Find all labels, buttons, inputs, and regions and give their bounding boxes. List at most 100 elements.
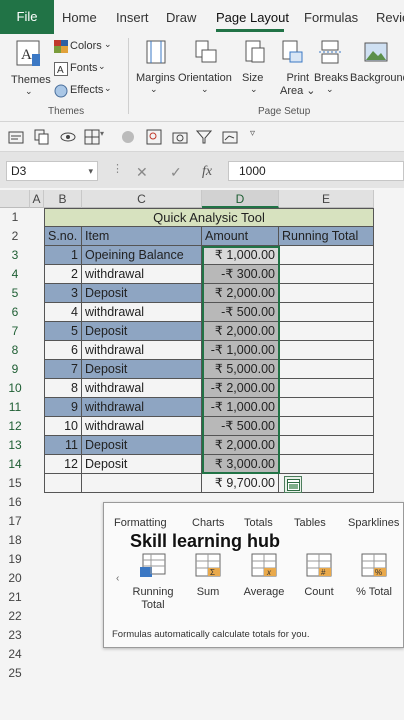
tab-formulas[interactable]: Formulas bbox=[304, 10, 358, 25]
cell-amount[interactable]: -₹ 1,000.00 bbox=[202, 341, 279, 360]
cell-sno[interactable]: 5 bbox=[44, 322, 82, 341]
cell-item[interactable]: Opeining Balance bbox=[82, 246, 202, 265]
row-header[interactable]: 19 bbox=[0, 550, 30, 569]
count-option[interactable]: # Count bbox=[290, 553, 348, 599]
row-header[interactable]: 20 bbox=[0, 569, 30, 588]
cell-running-total[interactable] bbox=[279, 455, 374, 474]
row-header[interactable]: 21 bbox=[0, 588, 30, 607]
margins-button[interactable]: Margins ⌄ bbox=[134, 36, 175, 98]
colors-button[interactable]: Colors ⌄ bbox=[54, 39, 114, 55]
cell-running-total[interactable] bbox=[279, 379, 374, 398]
print-area-button[interactable]: Print Area ⌄ bbox=[272, 36, 316, 98]
row-header[interactable]: 12 bbox=[0, 417, 30, 436]
cell-item[interactable]: Deposit bbox=[82, 436, 202, 455]
cell-sno[interactable]: 11 bbox=[44, 436, 82, 455]
sum-option[interactable]: Σ Sum bbox=[179, 553, 237, 599]
cell-running-total[interactable] bbox=[279, 417, 374, 436]
cell-total-amount[interactable]: ₹ 9,700.00 bbox=[202, 474, 279, 493]
formula-input[interactable]: 1000 bbox=[228, 161, 404, 181]
themes-button[interactable]: A Themes ⌄ bbox=[8, 38, 51, 98]
cell-item[interactable]: withdrawal bbox=[82, 341, 202, 360]
cell-running-total[interactable] bbox=[279, 360, 374, 379]
row-header[interactable]: 5 bbox=[0, 284, 30, 303]
cell-amount[interactable]: ₹ 2,000.00 bbox=[202, 436, 279, 455]
cell-sno[interactable]: 9 bbox=[44, 398, 82, 417]
tab-home[interactable]: Home bbox=[62, 10, 97, 25]
chart-icon[interactable] bbox=[222, 129, 238, 145]
camera-icon[interactable] bbox=[172, 129, 188, 145]
cell-sno[interactable]: 8 bbox=[44, 379, 82, 398]
running-total-option[interactable]: Running Total bbox=[124, 553, 182, 612]
cell-sno[interactable]: 2 bbox=[44, 265, 82, 284]
row-header[interactable]: 11 bbox=[0, 398, 30, 417]
cell-running-total[interactable] bbox=[279, 341, 374, 360]
qa-tab-sparklines[interactable]: Sparklines bbox=[348, 517, 399, 529]
cell-item[interactable]: Deposit bbox=[82, 284, 202, 303]
cell-running-total[interactable] bbox=[279, 265, 374, 284]
qa-tab-formatting[interactable]: Formatting bbox=[114, 517, 167, 529]
header-running-total[interactable]: Running Total bbox=[279, 227, 374, 246]
size-button[interactable]: Size ⌄ bbox=[238, 36, 270, 98]
cell-item[interactable]: Deposit bbox=[82, 322, 202, 341]
effects-button[interactable]: Effects ⌄ bbox=[54, 83, 114, 99]
breaks-button[interactable]: Breaks ⌄ bbox=[312, 36, 348, 98]
row-header[interactable]: 25 bbox=[0, 664, 30, 683]
cell-amount[interactable]: ₹ 2,000.00 bbox=[202, 322, 279, 341]
cell-running-total[interactable] bbox=[279, 303, 374, 322]
cell-sno[interactable]: 4 bbox=[44, 303, 82, 322]
name-box[interactable]: D3 ▾ bbox=[6, 161, 98, 181]
qa-tab-tables[interactable]: Tables bbox=[294, 517, 326, 529]
row-header[interactable]: 6 bbox=[0, 303, 30, 322]
row-header[interactable]: 24 bbox=[0, 645, 30, 664]
cell-total-sno[interactable] bbox=[44, 474, 82, 493]
cell-amount[interactable]: -₹ 300.00 bbox=[202, 265, 279, 284]
scroll-left-icon[interactable]: ‹ bbox=[116, 573, 119, 584]
row-header[interactable]: 15 bbox=[0, 474, 30, 493]
tab-review[interactable]: Revie bbox=[376, 10, 404, 25]
cell-sno[interactable]: 10 bbox=[44, 417, 82, 436]
cell-running-total[interactable] bbox=[279, 246, 374, 265]
qa-tab-totals[interactable]: Totals bbox=[244, 517, 273, 529]
header-sno[interactable]: S.no. bbox=[44, 227, 82, 246]
row-header[interactable]: 23 bbox=[0, 626, 30, 645]
cell-item[interactable]: Deposit bbox=[82, 455, 202, 474]
cell-total-item[interactable] bbox=[82, 474, 202, 493]
cell-item[interactable]: Deposit bbox=[82, 360, 202, 379]
cell-running-total[interactable] bbox=[279, 436, 374, 455]
row-header[interactable]: 13 bbox=[0, 436, 30, 455]
cell-amount[interactable]: ₹ 3,000.00 bbox=[202, 455, 279, 474]
row-header[interactable]: 9 bbox=[0, 360, 30, 379]
cell-amount[interactable]: ₹ 5,000.00 bbox=[202, 360, 279, 379]
borders-icon[interactable] bbox=[84, 129, 100, 145]
cell-running-total[interactable] bbox=[279, 322, 374, 341]
cancel-icon[interactable]: ✕ bbox=[136, 164, 148, 181]
cell-item[interactable]: withdrawal bbox=[82, 265, 202, 284]
cell-item[interactable]: withdrawal bbox=[82, 417, 202, 436]
tab-page-layout[interactable]: Page Layout bbox=[216, 10, 289, 25]
tab-insert[interactable]: Insert bbox=[116, 10, 149, 25]
cell-amount[interactable]: -₹ 500.00 bbox=[202, 417, 279, 436]
enter-icon[interactable]: ✓ bbox=[170, 164, 182, 181]
copy-icon[interactable] bbox=[34, 129, 50, 145]
row-header[interactable]: 17 bbox=[0, 512, 30, 531]
cell-amount[interactable]: -₹ 2,000.00 bbox=[202, 379, 279, 398]
cell-sno[interactable]: 7 bbox=[44, 360, 82, 379]
form-icon[interactable] bbox=[8, 129, 24, 145]
eye-icon[interactable] bbox=[60, 129, 76, 145]
zoom-icon[interactable] bbox=[146, 129, 162, 145]
cell-amount[interactable]: ₹ 2,000.00 bbox=[202, 284, 279, 303]
cell-item[interactable]: withdrawal bbox=[82, 303, 202, 322]
percent-total-option[interactable]: % % Total bbox=[345, 553, 403, 599]
cell-amount[interactable]: -₹ 500.00 bbox=[202, 303, 279, 322]
cell-sno[interactable]: 3 bbox=[44, 284, 82, 303]
cell-item[interactable]: withdrawal bbox=[82, 398, 202, 417]
qa-tab-charts[interactable]: Charts bbox=[192, 517, 224, 529]
cell-item[interactable]: withdrawal bbox=[82, 379, 202, 398]
background-button[interactable]: Background bbox=[350, 36, 404, 98]
filter-icon[interactable] bbox=[196, 129, 212, 145]
row-header[interactable]: 14 bbox=[0, 455, 30, 474]
table-title[interactable]: Quick Analysic Tool bbox=[44, 208, 374, 227]
record-icon[interactable] bbox=[120, 129, 136, 145]
row-header[interactable]: 3 bbox=[0, 246, 30, 265]
row-header[interactable]: 16 bbox=[0, 493, 30, 512]
